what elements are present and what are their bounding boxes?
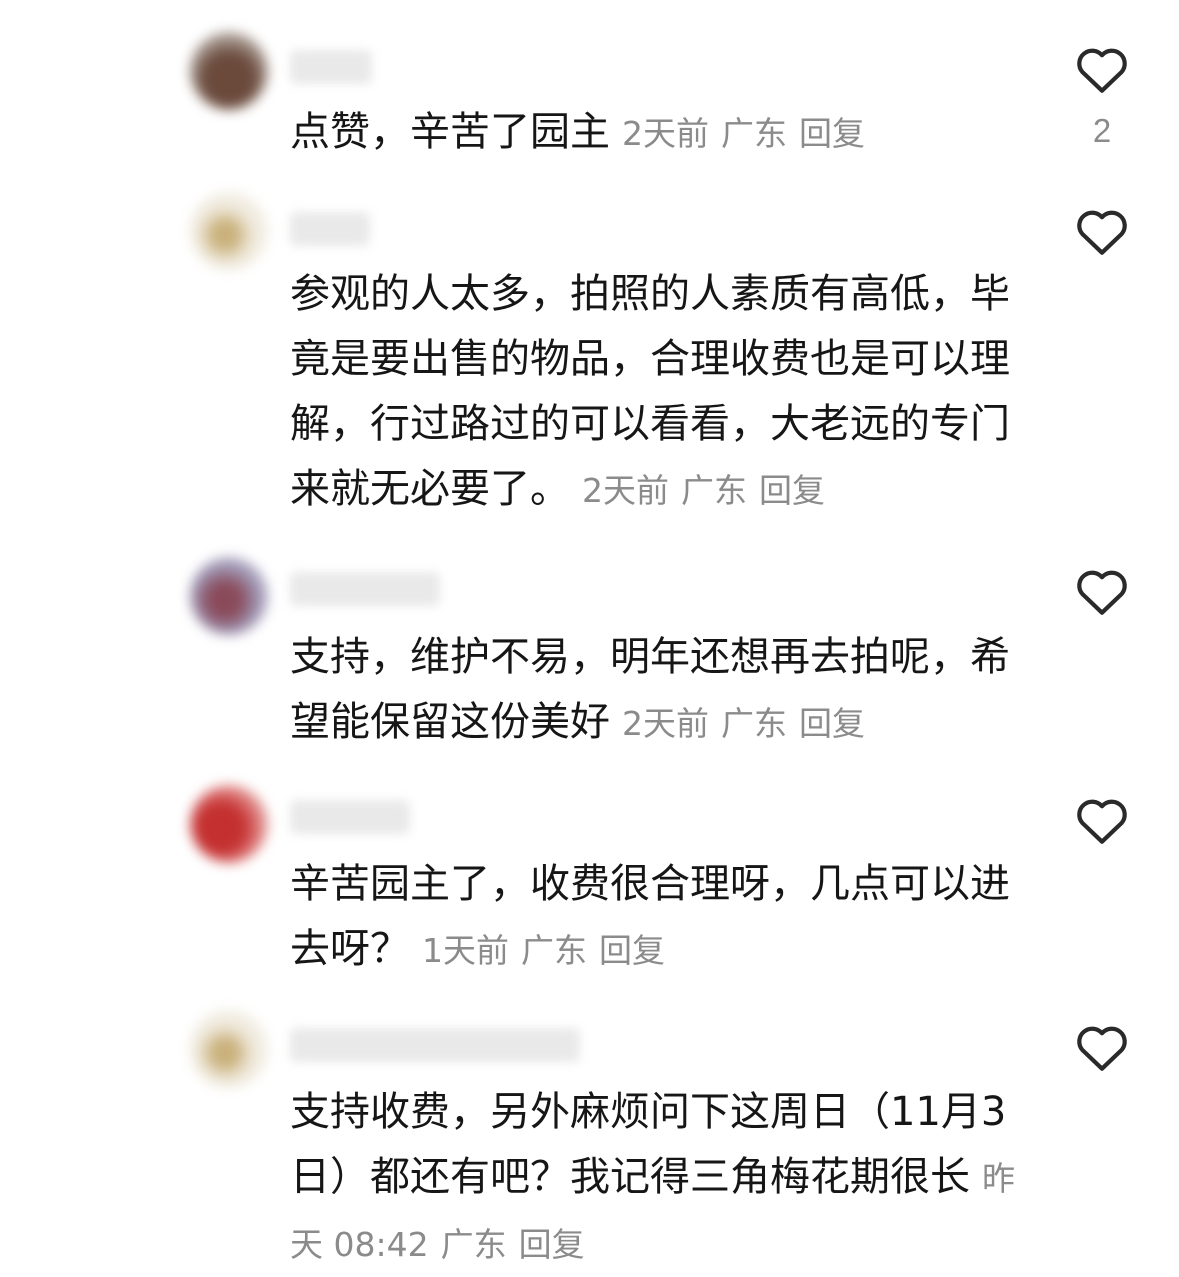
comment-time: 2天前 [622, 114, 709, 153]
comment-meta: 2天前 广东 回复 [622, 704, 865, 743]
comment-location: 广东 [521, 931, 587, 970]
avatar[interactable] [190, 1010, 268, 1088]
like-count: 2 [1092, 112, 1112, 149]
reply-button[interactable]: 回复 [799, 114, 865, 153]
heart-outline-icon[interactable] [1074, 43, 1130, 95]
comment-body: 支持收费，另外麻烦问下这周日（11月3日）都还有吧？我记得三角梅花期很长 昨天 0… [290, 1080, 1030, 1277]
comment-text: 点赞，辛苦了园主 [290, 109, 610, 155]
comment-location: 广东 [721, 704, 787, 743]
heart-outline-icon[interactable] [1074, 205, 1130, 257]
comment-text: 支持收费，另外麻烦问下这周日（11月3日）都还有吧？我记得三角梅花期很长 [290, 1089, 1007, 1200]
comment-time: 2天前 [582, 471, 669, 510]
reply-button[interactable]: 回复 [759, 471, 825, 510]
comment-meta: 2天前 广东 回复 [622, 114, 865, 153]
comment-body: 点赞，辛苦了园主 2天前 广东 回复 [290, 100, 1030, 166]
username-blurred[interactable] [290, 800, 410, 834]
username-blurred[interactable] [290, 572, 440, 606]
reply-button[interactable]: 回复 [519, 1225, 585, 1264]
comment-location: 广东 [440, 1225, 507, 1264]
username-blurred[interactable] [290, 1028, 580, 1062]
avatar[interactable] [190, 557, 268, 635]
comment-body: 参观的人太多，拍照的人素质有高低，毕竟是要出售的物品，合理收费也是可以理解，行过… [290, 262, 1030, 523]
comment-meta: 2天前 广东 回复 [582, 471, 825, 510]
comment-body: 辛苦园主了，收费很合理呀，几点可以进去呀？ 1天前 广东 回复 [290, 852, 1030, 983]
comment-time: 1天前 [422, 931, 509, 970]
username-blurred[interactable] [290, 212, 370, 246]
heart-outline-icon[interactable] [1074, 1021, 1130, 1073]
reply-button[interactable]: 回复 [599, 931, 665, 970]
avatar[interactable] [190, 785, 268, 863]
reply-button[interactable]: 回复 [799, 704, 865, 743]
comment-time: 2天前 [622, 704, 709, 743]
username-blurred[interactable] [290, 50, 372, 84]
comment-body: 支持，维护不易，明年还想再去拍呢，希望能保留这份美好 2天前 广东 回复 [290, 625, 1030, 756]
heart-outline-icon[interactable] [1074, 565, 1130, 617]
avatar[interactable] [190, 192, 268, 270]
heart-outline-icon[interactable] [1074, 794, 1130, 846]
avatar[interactable] [190, 32, 268, 110]
comment-location: 广东 [721, 114, 787, 153]
comment-location: 广东 [681, 471, 747, 510]
comment-meta: 1天前 广东 回复 [422, 931, 665, 970]
